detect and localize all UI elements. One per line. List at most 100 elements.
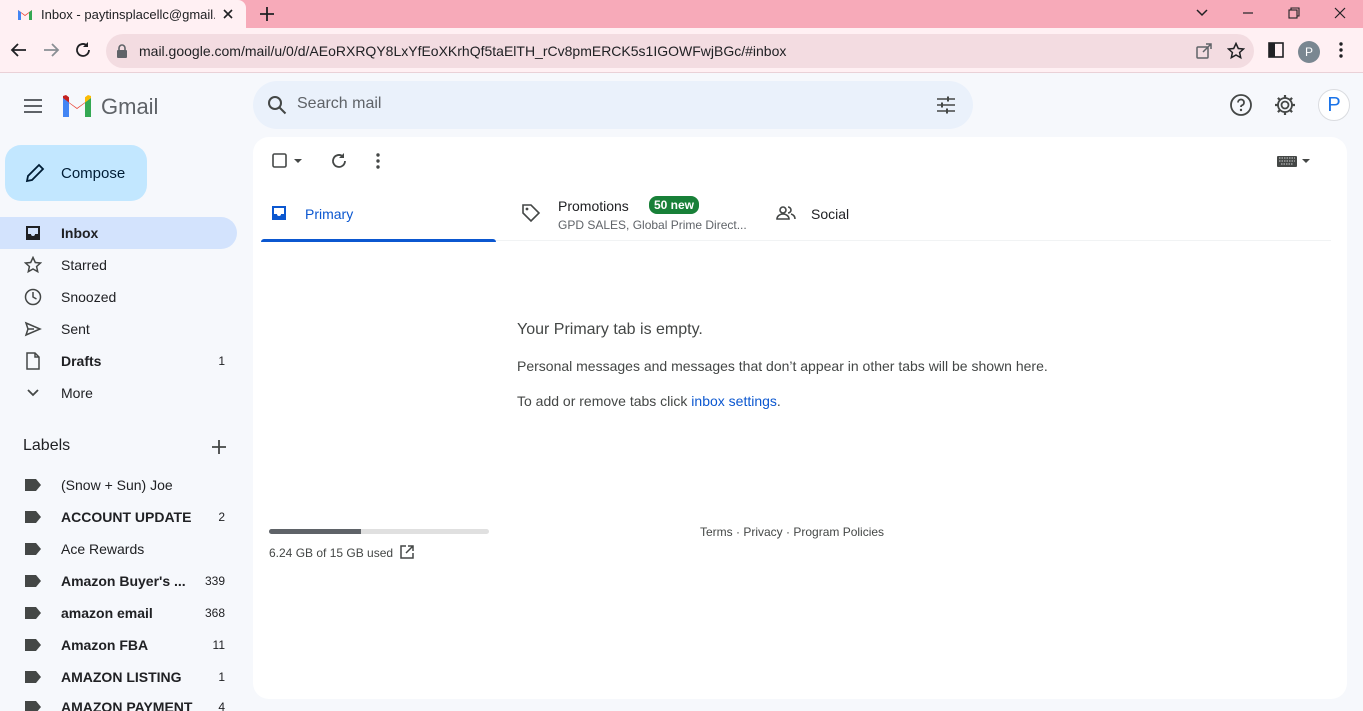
main-menu-icon[interactable] [22, 95, 44, 117]
select-all-checkbox[interactable] [269, 150, 309, 172]
empty-state-title: Your Primary tab is empty. [517, 321, 703, 338]
bookmark-star-icon[interactable] [1226, 41, 1246, 60]
star-icon [23, 255, 43, 275]
label-item[interactable]: (Snow + Sun) Joe [0, 469, 237, 501]
back-icon[interactable] [8, 39, 30, 61]
sidebar-item-label: Starred [61, 257, 107, 273]
tab-label: Promotions [558, 198, 629, 214]
label-count: 339 [204, 574, 225, 588]
label-count: 4 [218, 700, 225, 711]
browser-menu-icon[interactable] [1331, 40, 1351, 60]
sidebar-item-more[interactable]: More [0, 377, 237, 409]
label-tag-icon [23, 571, 43, 591]
more-options-icon[interactable] [367, 150, 389, 172]
label-name: Amazon Buyer's ... [61, 573, 186, 589]
storage-usage-bar [269, 529, 489, 534]
label-item[interactable]: AMAZON LISTING 1 [0, 661, 237, 693]
sidebar-item-drafts[interactable]: Drafts 1 [0, 345, 237, 377]
label-item[interactable]: Amazon FBA 11 [0, 629, 237, 661]
url-text[interactable]: mail.google.com/mail/u/0/d/AEoRXRQY8LxYf… [139, 43, 786, 59]
compose-label: Compose [61, 164, 126, 182]
lock-icon[interactable] [116, 44, 128, 63]
tab-promotions[interactable]: Promotions GPD SALES, Global Prime Direc… [511, 187, 761, 241]
label-name: amazon email [61, 605, 153, 621]
hint-suffix: . [776, 393, 781, 409]
browser-profile-avatar[interactable]: P [1298, 41, 1320, 63]
privacy-link[interactable]: Privacy [743, 525, 782, 539]
share-icon[interactable] [1195, 42, 1213, 60]
close-window-icon[interactable] [1328, 2, 1352, 24]
footer-separator: · [782, 525, 794, 539]
compose-button[interactable]: Compose [5, 145, 147, 201]
storage-usage-fill [269, 529, 361, 534]
tab-social[interactable]: Social [776, 187, 976, 241]
label-item[interactable]: Amazon Buyer's ... 339 [0, 565, 237, 597]
sidebar-item-label: More [61, 385, 93, 401]
label-item[interactable]: Ace Rewards [0, 533, 237, 565]
label-name: Amazon FBA [61, 637, 149, 653]
reload-icon[interactable] [72, 39, 94, 61]
label-item[interactable]: AMAZON PAYMENT 4 [0, 691, 237, 711]
label-tag-icon [23, 635, 43, 655]
search-options-icon[interactable] [935, 94, 957, 121]
new-tab-icon[interactable] [257, 4, 277, 24]
input-tools-keyboard-icon[interactable] [1275, 150, 1315, 172]
forward-icon[interactable] [40, 39, 62, 61]
gmail-wordmark[interactable]: Gmail [101, 94, 158, 120]
terms-link[interactable]: Terms [700, 525, 733, 539]
refresh-icon[interactable] [328, 150, 350, 172]
inbox-icon [23, 223, 43, 243]
label-count: 11 [212, 638, 225, 652]
label-name: AMAZON LISTING [61, 669, 182, 685]
empty-state-description: Personal messages and messages that don’… [517, 358, 1048, 374]
sidebar-item-inbox[interactable]: Inbox [0, 217, 237, 249]
help-icon[interactable] [1229, 93, 1253, 117]
label-name: AMAZON PAYMENT [61, 699, 193, 711]
label-name: (Snow + Sun) Joe [61, 477, 173, 493]
send-icon [23, 319, 43, 339]
sidebar-item-label: Snoozed [61, 289, 117, 305]
address-bar[interactable]: mail.google.com/mail/u/0/d/AEoRXRQY8LxYf… [106, 34, 1254, 68]
program-policies-link[interactable]: Program Policies [793, 525, 884, 539]
pencil-icon [23, 161, 47, 185]
sidebar-item-sent[interactable]: Sent [0, 313, 237, 345]
browser-tab[interactable]: Inbox - paytinsplacellc@gmail.co [0, 0, 246, 28]
search-icon[interactable] [266, 94, 288, 121]
sidebar-item-snoozed[interactable]: Snoozed [0, 281, 237, 313]
side-panel-icon[interactable] [1266, 40, 1286, 60]
browser-toolbar: mail.google.com/mail/u/0/d/AEoRXRQY8LxYf… [0, 28, 1363, 73]
create-label-plus-icon[interactable] [209, 437, 229, 457]
label-item[interactable]: ACCOUNT UPDATE 2 [0, 501, 237, 533]
tag-icon [521, 203, 541, 228]
label-tag-icon [23, 539, 43, 559]
sidebar-item-starred[interactable]: Starred [0, 249, 237, 281]
account-avatar[interactable]: P [1318, 89, 1350, 121]
draft-icon [23, 351, 43, 371]
footer-separator: · [732, 525, 744, 539]
label-count: 1 [218, 670, 225, 684]
people-icon [776, 203, 796, 228]
minimize-icon[interactable] [1236, 2, 1260, 24]
search-input[interactable]: Search mail [297, 95, 381, 113]
label-count: 368 [204, 606, 225, 620]
active-tab-indicator [261, 239, 496, 242]
tab-label: Primary [305, 206, 354, 222]
promotions-senders: GPD SALES, Global Prime Direct... [558, 218, 747, 232]
label-tag-icon [23, 697, 43, 711]
tab-search-icon[interactable] [1190, 2, 1214, 24]
tab-label: Social [811, 206, 850, 222]
label-tag-icon [23, 475, 43, 495]
sidebar-item-label: Sent [61, 321, 90, 337]
settings-gear-icon[interactable] [1273, 93, 1297, 117]
tab-primary[interactable]: Primary [261, 187, 496, 242]
close-tab-icon[interactable] [220, 6, 236, 22]
mail-panel: Primary Promotions GPD SALES, Global Pri… [253, 137, 1347, 699]
restore-icon[interactable] [1282, 2, 1306, 24]
search-bar[interactable]: Search mail [253, 81, 973, 129]
gmail-logo-icon[interactable] [61, 93, 93, 117]
label-item[interactable]: amazon email 368 [0, 597, 237, 629]
external-link-icon[interactable] [399, 544, 415, 560]
clock-icon [23, 287, 43, 307]
sidebar-item-count: 1 [218, 354, 225, 368]
inbox-settings-link[interactable]: inbox settings [691, 393, 777, 409]
